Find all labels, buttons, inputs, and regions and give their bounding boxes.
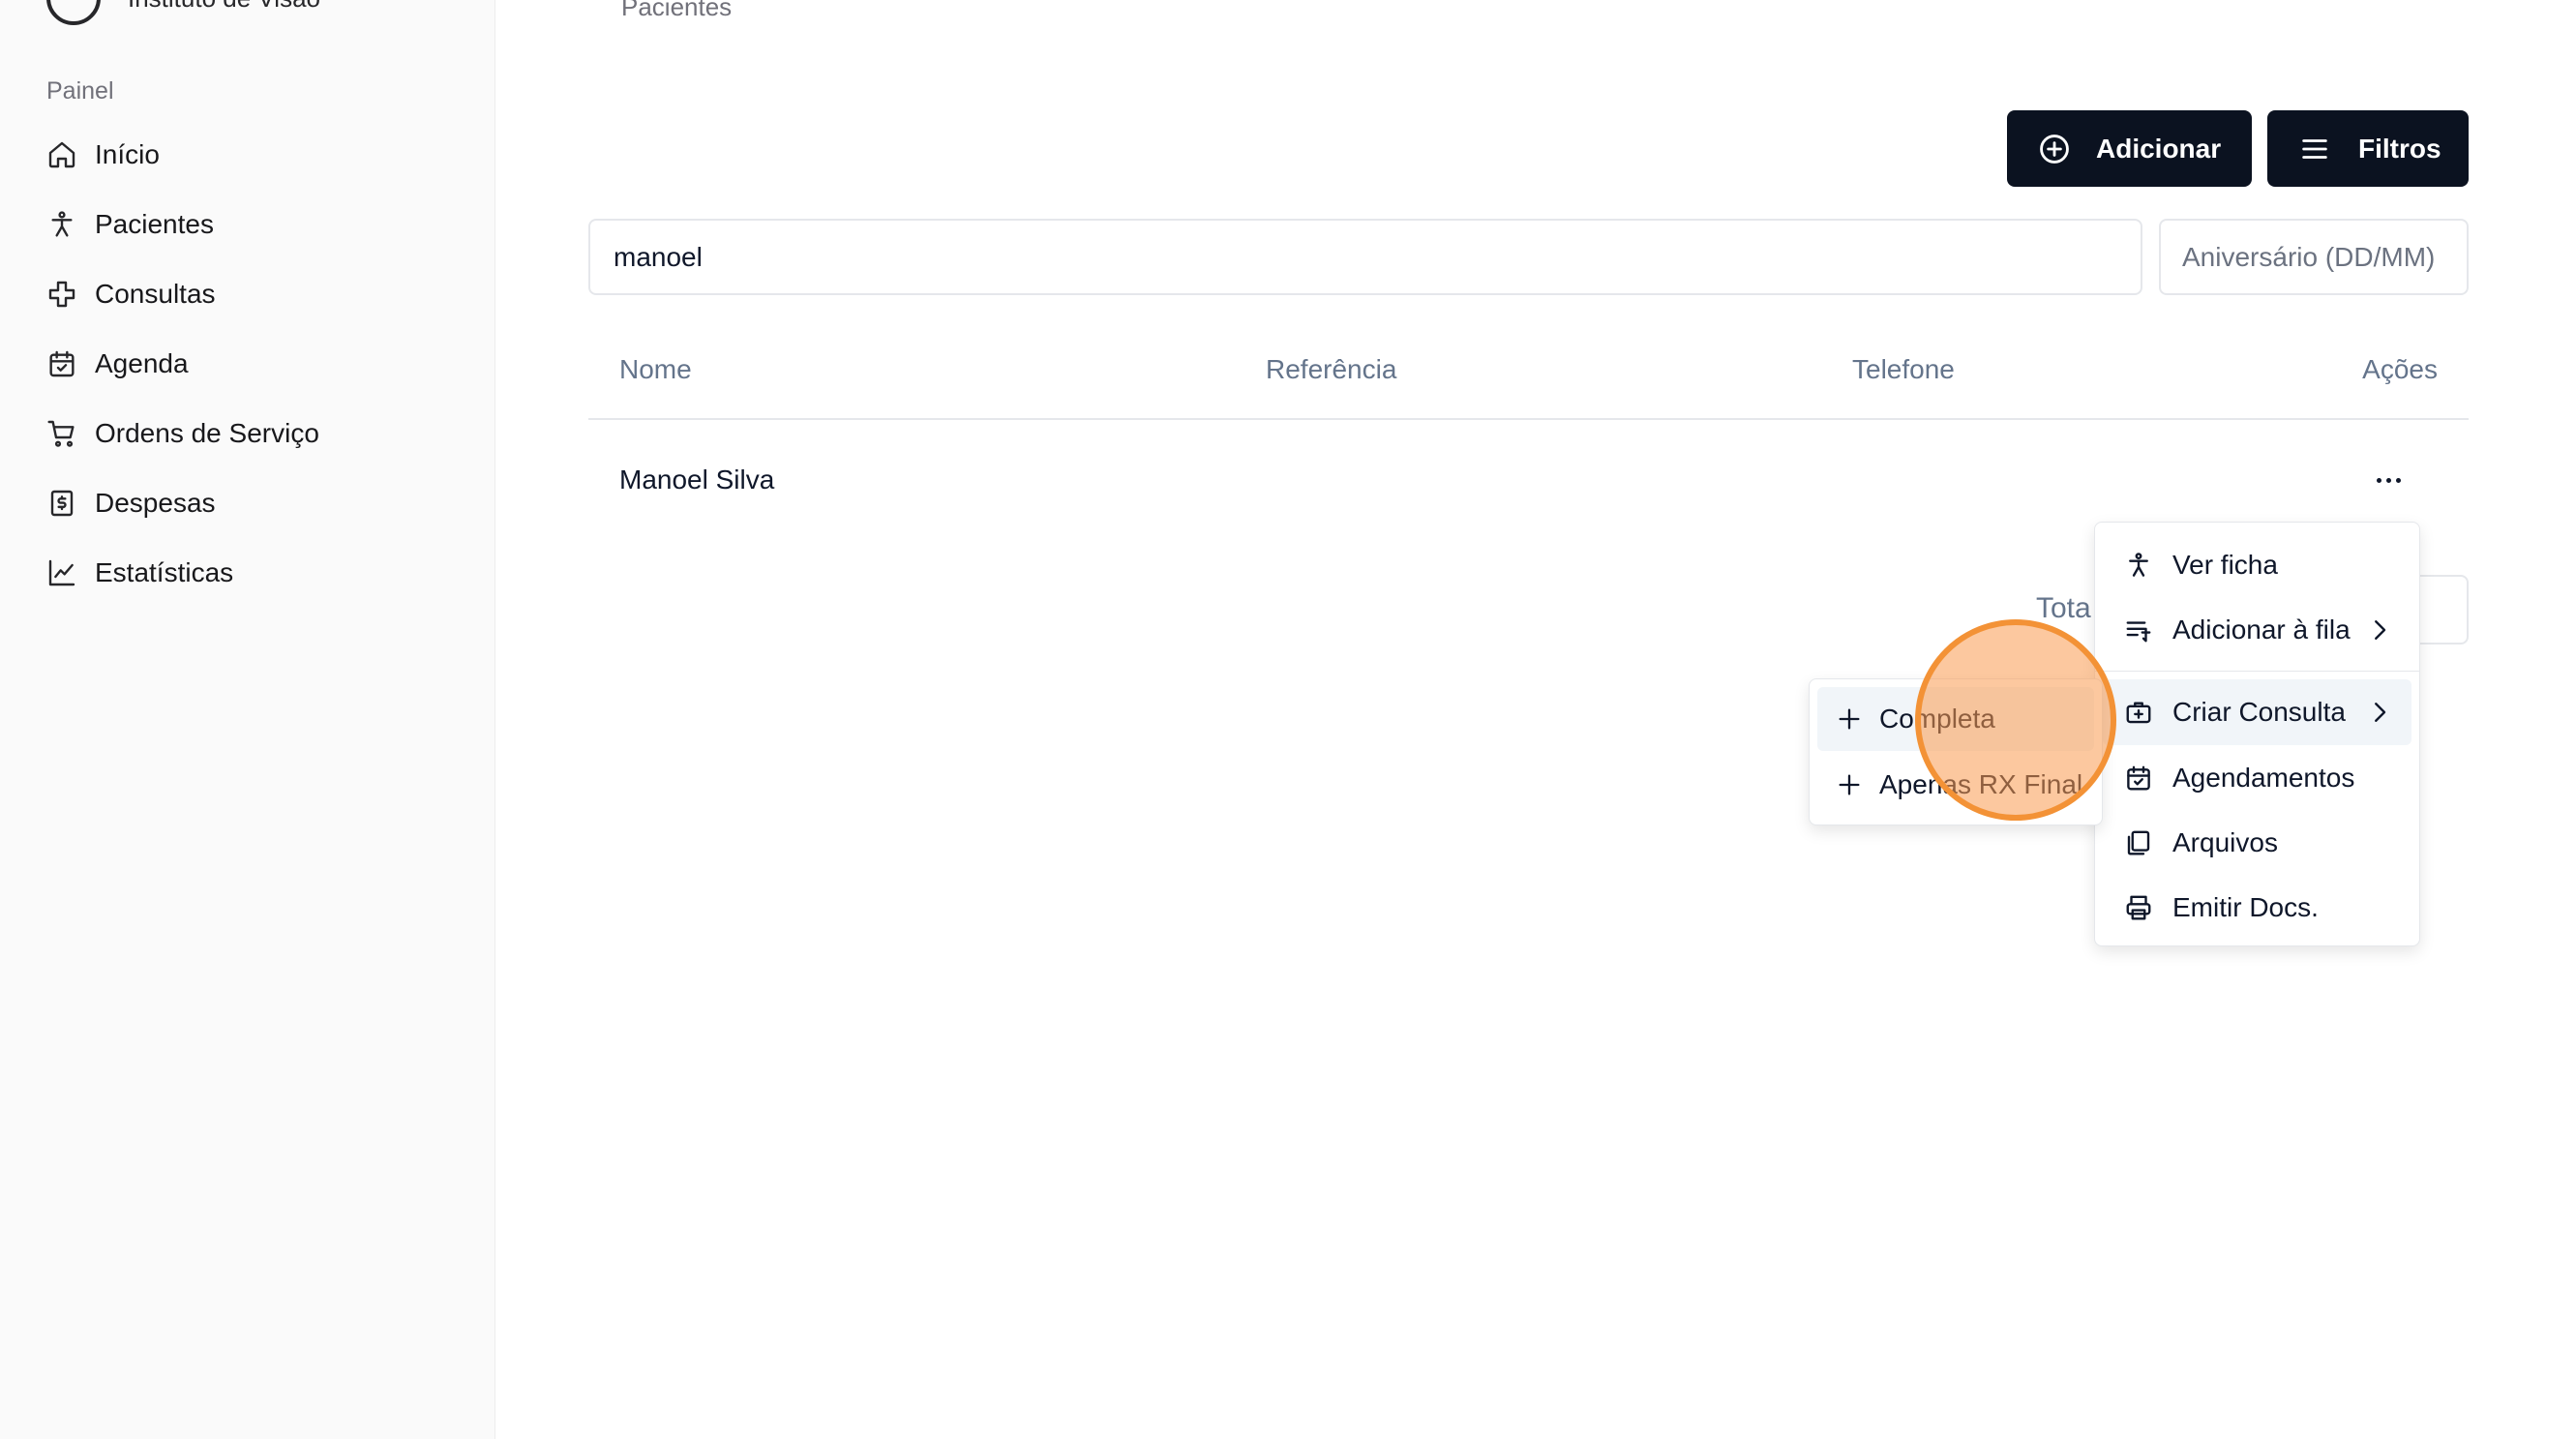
menu-item-arquivos[interactable]: Arquivos [2103, 810, 2411, 876]
ellipsis-icon [2376, 477, 2381, 483]
sidebar-nav: Início Pacientes Consultas Agenda Ordens… [43, 120, 468, 608]
breadcrumb[interactable]: Pacientes [621, 0, 732, 22]
row-actions-menu: Ver ficha Adicionar à fila Criar Consult… [2094, 522, 2420, 946]
sidebar: Instituto de Visão Painel Início Pacient… [0, 0, 495, 1439]
filter-button[interactable]: Filtros [2267, 110, 2469, 187]
add-button-label: Adicionar [2096, 133, 2222, 164]
column-header-nome[interactable]: Nome [619, 354, 692, 385]
row-actions-button[interactable] [2371, 463, 2406, 497]
submenu-item-completa[interactable]: Completa [1817, 687, 2094, 751]
menu-divider [2095, 671, 2419, 672]
menu-item-agendamentos[interactable]: Agendamentos [2103, 745, 2411, 811]
sidebar-item-agenda[interactable]: Agenda [43, 329, 468, 399]
plus-icon [1835, 770, 1864, 799]
person-icon [2122, 549, 2155, 582]
app-window: Instituto de Visão Painel Início Pacient… [0, 0, 2576, 1439]
menu-item-label: Ver ficha [2172, 550, 2278, 580]
submenu-item-apenas-rx-final[interactable]: Apenas RX Final [1817, 753, 2094, 817]
home-icon [43, 135, 81, 174]
menu-item-label: Arquivos [2172, 827, 2278, 857]
brand[interactable]: Instituto de Visão [46, 0, 320, 25]
column-header-acoes: Ações [2362, 354, 2438, 384]
files-icon [2122, 826, 2155, 859]
cart-icon [43, 414, 81, 453]
search-input[interactable] [588, 219, 2142, 295]
menu-item-criar-consulta[interactable]: Criar Consulta [2103, 679, 2411, 745]
medical-cross-icon [43, 275, 81, 314]
table-header: Nome Referência Telefone Ações [588, 337, 2469, 420]
menu-item-adicionar-a-fila[interactable]: Adicionar à fila [2103, 597, 2411, 663]
column-header-referencia[interactable]: Referência [1266, 354, 1396, 385]
sidebar-item-label: Consultas [95, 279, 216, 309]
sidebar-item-inicio[interactable]: Início [43, 120, 468, 190]
menu-item-label: Criar Consulta [2172, 697, 2346, 727]
menu-item-emitir-docs[interactable]: Emitir Docs. [2103, 875, 2411, 941]
brand-logo-icon [46, 0, 101, 25]
birthday-filter-input[interactable] [2159, 219, 2469, 295]
filter-button-label: Filtros [2358, 133, 2441, 164]
sidebar-item-label: Início [95, 139, 160, 169]
sidebar-section-label: Painel [46, 77, 114, 105]
sidebar-item-label: Agenda [95, 348, 189, 378]
menu-item-ver-ficha[interactable]: Ver ficha [2103, 532, 2411, 598]
chevron-right-icon [2375, 620, 2386, 640]
menu-item-label: Emitir Docs. [2172, 892, 2319, 922]
criar-consulta-submenu: Completa Apenas RX Final [1809, 678, 2103, 825]
menu-lines-icon [2302, 138, 2327, 159]
plus-circle-icon [2040, 134, 2069, 164]
submenu-item-label: Completa [1879, 704, 1995, 734]
sidebar-item-label: Pacientes [95, 209, 214, 239]
sidebar-item-label: Despesas [95, 488, 216, 518]
calendar-icon [43, 345, 81, 383]
sidebar-item-label: Estatísticas [95, 557, 234, 587]
briefcase-medical-icon [2122, 696, 2155, 729]
sidebar-item-estatisticas[interactable]: Estatísticas [43, 538, 468, 608]
printer-icon [2122, 891, 2155, 924]
plus-icon [1835, 705, 1864, 734]
sidebar-item-ordens-de-servico[interactable]: Ordens de Serviço [43, 399, 468, 468]
sidebar-item-label: Ordens de Serviço [95, 418, 319, 448]
chevron-right-icon [2375, 703, 2386, 722]
submenu-item-label: Apenas RX Final [1879, 769, 2083, 799]
menu-item-label: Adicionar à fila [2172, 615, 2351, 645]
person-icon [43, 205, 81, 244]
sidebar-item-consultas[interactable]: Consultas [43, 259, 468, 329]
sidebar-item-pacientes[interactable]: Pacientes [43, 190, 468, 259]
add-button[interactable]: Adicionar [2007, 110, 2252, 187]
calendar-check-icon [2122, 762, 2155, 794]
table-row-name[interactable]: Manoel Silva [619, 465, 774, 495]
sidebar-item-despesas[interactable]: Despesas [43, 468, 468, 538]
column-header-telefone[interactable]: Telefone [1852, 354, 1955, 385]
menu-item-label: Agendamentos [2172, 763, 2355, 793]
queue-icon [2122, 614, 2155, 646]
total-count-text: Tota [2036, 592, 2091, 624]
brand-name: Instituto de Visão [128, 0, 320, 14]
chart-icon [43, 554, 81, 592]
receipt-icon [43, 484, 81, 523]
